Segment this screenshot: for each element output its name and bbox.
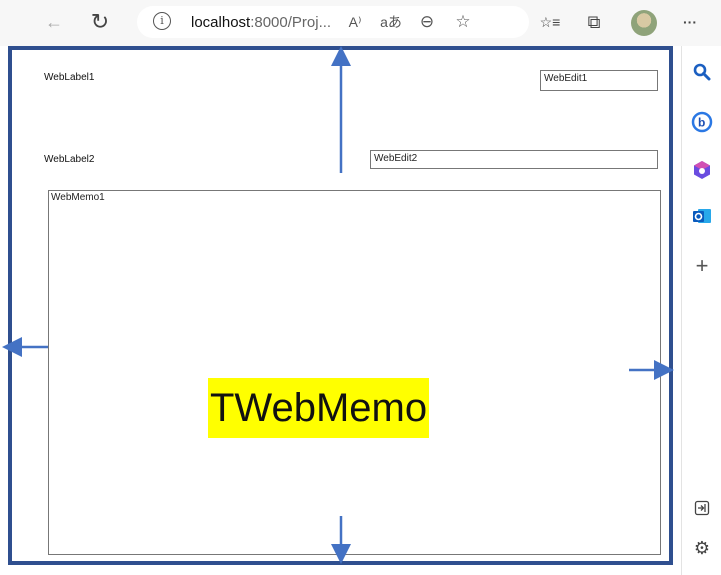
anchor-arrows [2,46,674,564]
